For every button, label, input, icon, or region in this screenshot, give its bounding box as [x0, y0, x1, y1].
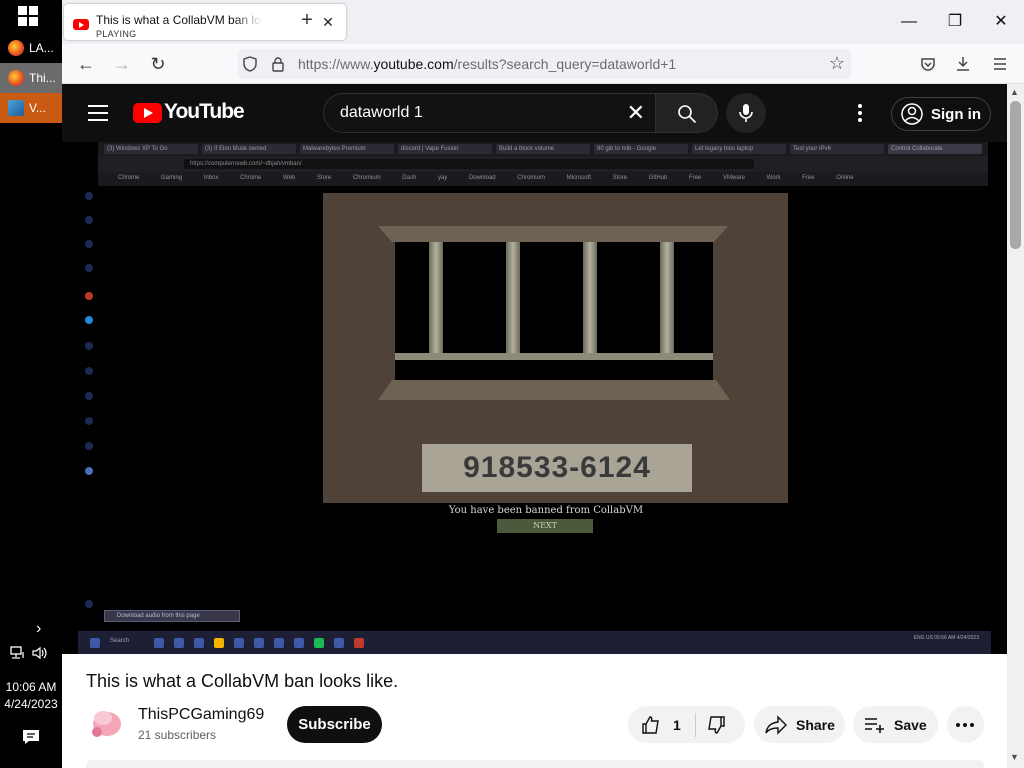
clear-search-icon[interactable]: ✕ — [627, 100, 645, 126]
windows-start-icon[interactable] — [18, 6, 40, 28]
search-icon — [678, 105, 697, 124]
sign-in-button[interactable]: Sign in — [891, 97, 991, 131]
thumbs-down-icon[interactable] — [706, 715, 726, 735]
video-player[interactable]: (3) Windows XP To Go (3) If Elon Musk ow… — [62, 142, 1007, 654]
ban-message: You have been banned from CollabVM — [448, 505, 644, 516]
voice-search-button[interactable] — [726, 93, 766, 133]
lock-icon[interactable] — [270, 56, 286, 72]
reload-button[interactable]: ↻ — [147, 53, 169, 75]
restore-window-button[interactable]: ❐ — [943, 10, 967, 34]
settings-more-icon[interactable] — [848, 101, 872, 125]
firefox-icon — [8, 70, 24, 86]
browser-toolbar: ← → ↻ https://www.youtube.com/results?se… — [62, 44, 1024, 84]
tracking-shield-icon[interactable] — [242, 56, 258, 72]
search-button[interactable] — [655, 93, 718, 133]
forward-button[interactable]: → — [111, 53, 133, 75]
like-dislike-group: 1 — [628, 706, 745, 743]
search-input[interactable]: dataworld 1 ✕ — [323, 93, 656, 133]
recorded-taskbar: Search ENG US 09:56 AM 4/24/2023 — [78, 631, 991, 654]
tray-chevron-icon[interactable]: › — [36, 620, 41, 638]
channel-avatar[interactable] — [88, 707, 122, 739]
ban-next-button: NEXT — [497, 519, 593, 533]
close-window-button[interactable]: ✕ — [989, 10, 1013, 34]
notification-icon[interactable] — [22, 729, 40, 745]
youtube-logo-text[interactable]: YouTube — [164, 100, 245, 124]
video-title: This is what a CollabVM ban looks like. — [86, 671, 399, 691]
taskbar-item-vm[interactable]: V... — [0, 93, 62, 123]
microphone-icon — [739, 104, 753, 122]
youtube-logo-icon[interactable] — [133, 103, 162, 123]
ban-number-plate: 918533-6124 — [422, 444, 692, 492]
firefox-icon — [8, 40, 24, 56]
subscribe-button[interactable]: Subscribe — [287, 706, 382, 743]
url-text[interactable]: https://www.youtube.com/results?search_q… — [298, 56, 676, 72]
taskbar-clock[interactable]: 10:06 AM 4/24/2023 — [0, 679, 62, 713]
account-icon — [901, 103, 923, 125]
taskbar-item-firefox-2[interactable]: Thi... — [0, 63, 62, 93]
taskbar-item-firefox-1[interactable]: LA... — [0, 33, 62, 63]
vm-app-icon — [8, 100, 24, 116]
recorded-download-bar: Download audio from this page — [104, 610, 240, 622]
recorded-browser-tabs: (3) Windows XP To Go (3) If Elon Musk ow… — [98, 142, 988, 156]
network-icon[interactable] — [10, 646, 26, 660]
scroll-up-icon[interactable]: ▲ — [1010, 87, 1019, 97]
browser-tab-strip: This is what a CollabVM ban looks like. … — [62, 0, 1024, 44]
youtube-header: YouTube dataworld 1 ✕ Sign in — [62, 84, 1007, 142]
scroll-down-icon[interactable]: ▼ — [1010, 752, 1019, 762]
minimize-window-button[interactable]: — — [897, 10, 921, 34]
ban-screen-graphic: 918533-6124 — [323, 193, 788, 503]
pocket-icon[interactable] — [920, 56, 936, 72]
menu-icon[interactable] — [88, 105, 108, 121]
share-icon — [765, 714, 787, 735]
save-button[interactable]: Save — [853, 706, 938, 743]
save-playlist-icon — [865, 717, 884, 733]
scrollbar-thumb[interactable] — [1010, 101, 1021, 249]
new-tab-button[interactable]: + — [296, 10, 318, 32]
downloads-icon[interactable] — [955, 56, 971, 72]
channel-name[interactable]: ThisPCGaming69 — [138, 706, 264, 724]
thumbs-up-icon[interactable] — [641, 715, 661, 735]
youtube-favicon-icon — [73, 19, 89, 30]
back-button[interactable]: ← — [75, 53, 97, 75]
close-tab-icon[interactable]: ✕ — [320, 14, 336, 30]
jail-window-graphic — [395, 242, 713, 383]
description-box[interactable] — [86, 760, 984, 768]
volume-icon[interactable] — [32, 646, 48, 660]
address-bar[interactable]: https://www.youtube.com/results?search_q… — [238, 49, 851, 79]
page-scrollbar[interactable]: ▲ ▼ — [1007, 84, 1024, 768]
bookmark-star-icon[interactable]: ☆ — [829, 53, 845, 74]
recorded-bookmarks: Chrome Gaming Inbox Chrome Web Store Chr… — [98, 172, 988, 186]
recorded-sidebar — [84, 192, 94, 612]
like-count[interactable]: 1 — [673, 717, 681, 733]
more-actions-icon[interactable] — [947, 706, 984, 743]
windows-taskbar: LA... Thi... V... › 10:06 AM 4/24/2023 — [0, 0, 62, 768]
subscriber-count: 21 subscribers — [138, 728, 217, 742]
share-button[interactable]: Share — [754, 706, 845, 743]
app-menu-icon[interactable] — [992, 56, 1008, 72]
recorded-url-bar: https://computernewb.com/~dbjah/vmban/ — [98, 156, 988, 172]
